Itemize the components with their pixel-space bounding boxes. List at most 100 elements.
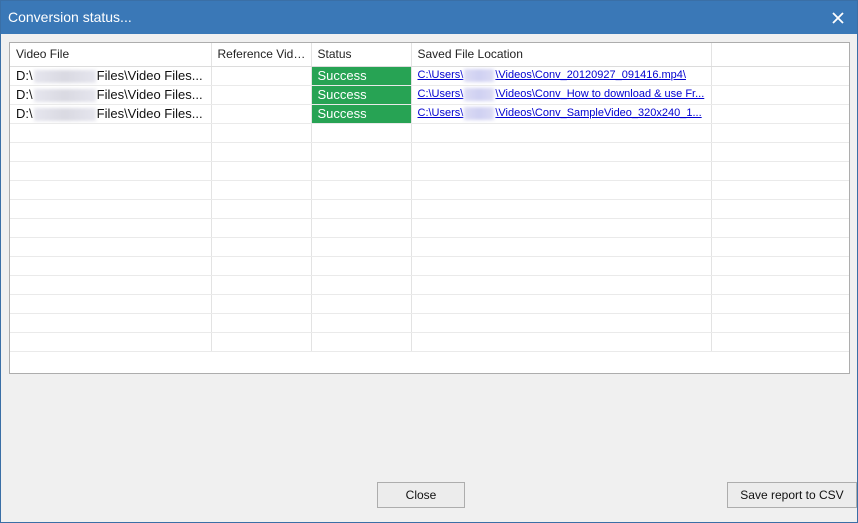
column-header-saved-file-location[interactable]: Saved File Location [411, 43, 712, 67]
empty-cell [411, 237, 712, 257]
status-cell: Success [311, 66, 412, 86]
column-header-status[interactable]: Status [311, 43, 412, 67]
column-header-reference-video[interactable]: Reference Video... [211, 43, 312, 67]
reference-video-cell [211, 85, 312, 105]
empty-cell [10, 237, 212, 257]
redacted-path [33, 108, 96, 122]
empty-cell [10, 142, 212, 162]
empty-cell [211, 237, 312, 257]
empty-cell [711, 256, 849, 276]
empty-cell [311, 237, 412, 257]
empty-cell [711, 85, 849, 105]
empty-table-row [10, 237, 849, 257]
empty-cell [711, 237, 849, 257]
saved-location-cell: C:\Users\ \Videos\Conv_20120927_091416.mp… [411, 66, 712, 86]
empty-cell [211, 275, 312, 295]
redacted-path [33, 70, 96, 84]
empty-table-row [10, 256, 849, 276]
empty-table-row [10, 142, 849, 162]
save-report-csv-button[interactable]: Save report to CSV [727, 482, 857, 508]
empty-cell [311, 142, 412, 162]
redacted-username [464, 88, 495, 101]
reference-video-cell [211, 66, 312, 86]
empty-cell [211, 161, 312, 181]
reference-video-cell [211, 104, 312, 124]
empty-cell [411, 123, 712, 143]
empty-cell [411, 199, 712, 219]
empty-cell [311, 199, 412, 219]
empty-cell [711, 199, 849, 219]
empty-cell [711, 313, 849, 333]
close-button[interactable]: Close [377, 482, 465, 508]
empty-cell [411, 294, 712, 314]
status-cell: Success [311, 104, 412, 124]
saved-location-link[interactable]: C:\Users\ \Videos\Conv_How to download & … [418, 88, 704, 101]
empty-cell [211, 142, 312, 162]
empty-cell [711, 180, 849, 200]
video-file-cell: D:\ Files\Video Files... [10, 104, 212, 124]
empty-cell [211, 294, 312, 314]
title-bar[interactable]: Conversion status... [1, 1, 857, 34]
empty-cell [411, 180, 712, 200]
table-row[interactable]: D:\ Files\Video Files... Success C:\Users… [10, 104, 849, 124]
video-file-cell: D:\ Files\Video Files... [10, 66, 212, 86]
empty-cell [10, 218, 212, 238]
redacted-username [464, 69, 495, 82]
close-icon[interactable] [825, 5, 851, 31]
empty-cell [211, 332, 312, 352]
empty-cell [311, 123, 412, 143]
column-header-video-file[interactable]: Video File [10, 43, 212, 67]
empty-cell [10, 275, 212, 295]
empty-table-row [10, 294, 849, 314]
empty-table-row [10, 180, 849, 200]
empty-cell [411, 256, 712, 276]
empty-cell [311, 218, 412, 238]
saved-location-link[interactable]: C:\Users\ \Videos\Conv_20120927_091416.mp… [418, 69, 686, 82]
empty-cell [10, 199, 212, 219]
empty-table-row [10, 161, 849, 181]
empty-cell [711, 104, 849, 124]
redacted-path [33, 89, 96, 103]
empty-table-row [10, 275, 849, 295]
saved-location-cell: C:\Users\ \Videos\Conv_SampleVideo_320x24… [411, 104, 712, 124]
empty-cell [411, 313, 712, 333]
empty-cell [211, 313, 312, 333]
empty-table-row [10, 199, 849, 219]
saved-location-cell: C:\Users\ \Videos\Conv_How to download & … [411, 85, 712, 105]
empty-cell [10, 161, 212, 181]
empty-table-row [10, 313, 849, 333]
empty-cell [711, 142, 849, 162]
empty-cell [311, 313, 412, 333]
video-file-cell: D:\ Files\Video Files... [10, 85, 212, 105]
table-row[interactable]: D:\ Files\Video Files... Success C:\Users… [10, 85, 849, 105]
empty-cell [211, 123, 312, 143]
empty-cell [411, 218, 712, 238]
empty-cell [311, 161, 412, 181]
empty-cell [211, 218, 312, 238]
empty-cell [411, 275, 712, 295]
empty-cell [411, 161, 712, 181]
conversion-results-grid[interactable]: Video File Reference Video... Status Sav… [9, 42, 850, 374]
empty-table-row [10, 123, 849, 143]
empty-cell [10, 332, 212, 352]
empty-cell [311, 180, 412, 200]
empty-cell [311, 256, 412, 276]
conversion-status-dialog: Conversion status... Video File Referenc… [0, 0, 858, 523]
saved-location-link[interactable]: C:\Users\ \Videos\Conv_SampleVideo_320x24… [418, 107, 702, 120]
empty-cell [10, 294, 212, 314]
column-header-empty [711, 43, 849, 67]
empty-cell [10, 313, 212, 333]
empty-cell [10, 180, 212, 200]
empty-cell [211, 180, 312, 200]
table-row[interactable]: D:\ Files\Video Files... Success C:\Users… [10, 66, 849, 86]
empty-cell [411, 332, 712, 352]
empty-cell [10, 256, 212, 276]
empty-cell [311, 275, 412, 295]
grid-header-row: Video File Reference Video... Status Sav… [10, 43, 849, 67]
status-cell: Success [311, 85, 412, 105]
empty-cell [211, 256, 312, 276]
empty-cell [211, 199, 312, 219]
empty-cell [711, 123, 849, 143]
redacted-username [464, 107, 495, 120]
empty-cell [711, 218, 849, 238]
